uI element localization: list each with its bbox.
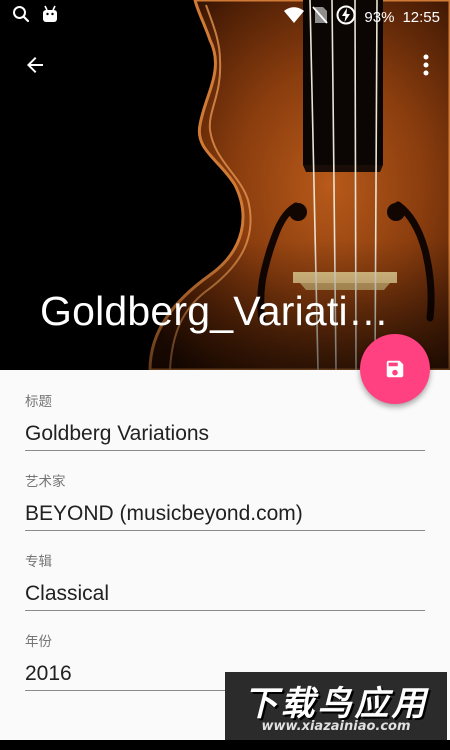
page-title: Goldberg_Variations [40,288,410,334]
save-icon [386,360,404,378]
title-field: 标题 Goldberg Variations [25,382,425,462]
year-label: 年份 [25,634,52,650]
navigation-bar [0,740,450,750]
album-art-header: 93% 12:55 Goldberg_Variations [0,0,450,370]
tag-editor-form: 标题 Goldberg Variations 艺术家 BEYOND (music… [25,382,425,702]
watermark-url: www.xiazainiao.com [261,719,411,734]
no-sim-icon [312,6,329,28]
title-label: 标题 [25,394,52,410]
artist-field: 艺术家 BEYOND (musicbeyond.com) [25,462,425,542]
album-field: 专辑 Classical [25,542,425,622]
back-button[interactable] [18,48,52,82]
wifi-icon [284,7,305,27]
clock: 12:55 [402,8,440,26]
more-options-button[interactable] [414,48,438,82]
album-label: 专辑 [25,554,52,570]
arrow-back-icon [27,57,43,73]
watermark-title: 下载鸟应用 [243,684,429,724]
search-icon [12,5,30,27]
battery-charging-icon [336,5,356,29]
artist-input[interactable]: BEYOND (musicbeyond.com) [25,500,425,531]
battery-percent: 93% [364,8,395,26]
more-vert-icon [423,54,429,76]
status-bar: 93% 12:55 [0,0,450,30]
save-button[interactable] [360,334,430,404]
artist-label: 艺术家 [25,474,66,490]
title-input[interactable]: Goldberg Variations [25,420,425,451]
watermark: 下载鸟应用 www.xiazainiao.com [225,672,447,740]
album-input[interactable]: Classical [25,580,425,611]
android-icon [42,5,58,27]
